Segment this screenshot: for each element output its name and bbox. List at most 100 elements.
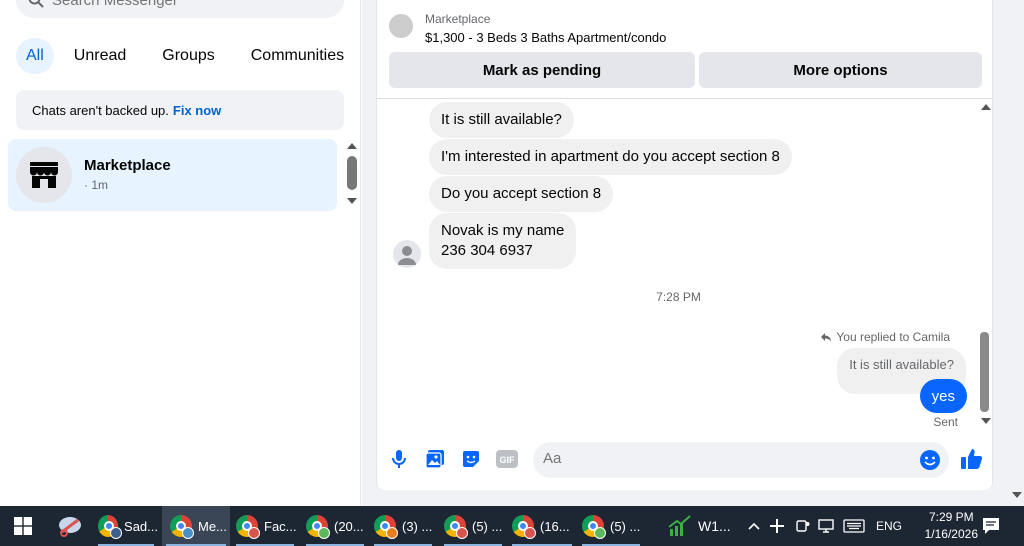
scroll-up-arrow-icon[interactable] — [981, 104, 991, 110]
fix-now-link[interactable]: Fix now — [173, 103, 221, 118]
page-scroll-down-arrow-icon[interactable] — [1012, 492, 1022, 498]
taskbar-app-label: Fac... — [264, 518, 297, 534]
incoming-message[interactable]: Novak is my name 236 304 6937 — [429, 213, 577, 269]
mark-as-pending-button[interactable]: Mark as pending — [389, 52, 695, 88]
snipping-tool-icon[interactable] — [56, 506, 88, 546]
tab-groups[interactable]: Groups — [146, 38, 230, 74]
scroll-up-arrow-icon[interactable] — [347, 143, 357, 149]
stock-widget[interactable]: W1... — [668, 506, 738, 546]
taskbar-app-label: (5) ... — [610, 518, 641, 534]
storefront-icon — [16, 147, 72, 203]
message-line: 236 304 6937 — [441, 242, 533, 259]
clock-date: 1/16/2026 — [924, 527, 978, 541]
chrome-icon — [582, 515, 606, 539]
tab-communities[interactable]: Communities — [235, 38, 360, 74]
chat-list-item-marketplace[interactable]: Marketplace · 1m — [8, 139, 337, 211]
taskbar-app-chrome-5[interactable]: (3) ... — [370, 506, 436, 546]
profile-badge — [182, 527, 194, 539]
listing-source: Marketplace — [425, 12, 491, 26]
language-indicator[interactable]: ENG — [876, 519, 902, 533]
windows-taskbar: Sad... Me... Fac... (20... (3) ... (5) .… — [0, 506, 1024, 546]
keyboard-icon[interactable] — [843, 506, 867, 546]
chrome-icon — [170, 515, 194, 539]
chrome-icon — [236, 515, 260, 539]
search-icon — [28, 0, 44, 8]
taskbar-app-label: (5) ... — [472, 518, 503, 534]
listing-title[interactable]: $1,300 - 3 Beds 3 Baths Apartment/condo — [425, 30, 666, 45]
taskbar-app-label: Sad... — [124, 518, 158, 534]
tab-unread[interactable]: Unread — [58, 38, 142, 74]
message-composer: GIF — [377, 440, 992, 480]
reply-note-text: You replied to Camila — [836, 330, 950, 344]
teams-icon[interactable] — [796, 506, 810, 546]
taskbar-app-label: Me... — [198, 518, 227, 534]
incoming-message[interactable]: Do you accept section 8 — [429, 176, 614, 212]
search-bar[interactable] — [16, 0, 344, 18]
taskbar-app-chrome-3[interactable]: Fac... — [232, 506, 298, 546]
chrome-icon — [374, 515, 398, 539]
taskbar-app-label: (20... — [334, 518, 364, 534]
incoming-message[interactable]: It is still available? — [429, 102, 574, 138]
listing-thumbnail[interactable] — [389, 14, 413, 38]
chat-name: Marketplace — [84, 157, 171, 174]
chrome-icon — [512, 515, 536, 539]
incoming-message[interactable]: I'm interested in apartment do you accep… — [429, 139, 792, 175]
scroll-down-arrow-icon[interactable] — [981, 418, 991, 424]
stock-widget-label: W1... — [698, 518, 731, 534]
chrome-icon — [306, 515, 330, 539]
taskbar-app-chrome-1[interactable]: Sad... — [94, 506, 158, 546]
show-hidden-icons-chevron-icon[interactable] — [748, 506, 762, 546]
network-icon[interactable] — [818, 506, 836, 546]
windows-start-icon[interactable] — [14, 506, 38, 546]
svg-text:GIF: GIF — [500, 455, 516, 465]
photo-icon[interactable] — [424, 448, 446, 470]
profile-badge — [248, 527, 260, 539]
taskbar-app-chrome-4[interactable]: (20... — [302, 506, 368, 546]
chrome-icon — [444, 515, 468, 539]
header-divider — [377, 98, 992, 99]
taskbar-clock[interactable]: 7:29 PM 1/16/2026 — [925, 509, 978, 543]
taskbar-app-chrome-2[interactable]: Me... — [162, 506, 230, 546]
chat-list-scrollbar[interactable] — [347, 156, 357, 190]
scroll-down-arrow-icon[interactable] — [347, 198, 357, 204]
more-options-button[interactable]: More options — [699, 52, 982, 88]
backup-notice: Chats aren't backed up. Fix now — [16, 90, 344, 130]
stock-chart-icon — [668, 515, 691, 536]
reply-note: You replied to Camila — [820, 330, 950, 344]
emoji-icon[interactable] — [919, 449, 941, 476]
taskbar-app-label: (3) ... — [402, 518, 433, 534]
message-input[interactable] — [543, 450, 903, 467]
message-input-box[interactable] — [533, 442, 949, 478]
search-input[interactable] — [52, 0, 312, 9]
profile-badge — [318, 527, 330, 539]
conversation-scrollbar[interactable] — [980, 332, 989, 412]
sent-status: Sent — [933, 415, 958, 429]
conversation-panel: Marketplace $1,300 - 3 Beds 3 Baths Apar… — [376, 0, 993, 490]
taskbar-app-chrome-8[interactable]: (5) ... — [578, 506, 644, 546]
profile-badge — [386, 527, 398, 539]
sticker-icon[interactable] — [460, 448, 482, 470]
plus-icon[interactable] — [770, 506, 786, 546]
clock-time: 7:29 PM — [928, 510, 974, 524]
taskbar-app-label: (16... — [540, 518, 570, 534]
profile-badge — [110, 527, 122, 539]
microphone-icon[interactable] — [388, 448, 410, 470]
sender-avatar[interactable] — [393, 240, 421, 268]
reply-arrow-icon — [821, 333, 832, 342]
profile-badge — [524, 527, 536, 539]
gif-icon[interactable]: GIF — [496, 448, 518, 470]
profile-badge — [456, 527, 468, 539]
like-thumb-icon[interactable] — [960, 447, 984, 471]
message-timestamp: 7:28 PM — [656, 290, 701, 304]
profile-badge — [594, 527, 606, 539]
filter-tabs: All Unread Groups Communities — [16, 38, 360, 74]
chat-sidebar: All Unread Groups Communities Chats aren… — [0, 0, 361, 506]
taskbar-app-chrome-7[interactable]: (16... — [508, 506, 576, 546]
tab-all[interactable]: All — [16, 38, 54, 74]
notification-icon[interactable] — [982, 506, 1002, 546]
chat-last-active: · 1m — [84, 178, 108, 192]
message-line: Novak is my name — [441, 222, 565, 239]
outgoing-message[interactable]: yes — [919, 379, 967, 413]
taskbar-app-chrome-6[interactable]: (5) ... — [440, 506, 506, 546]
backup-notice-text: Chats aren't backed up. — [32, 102, 169, 118]
